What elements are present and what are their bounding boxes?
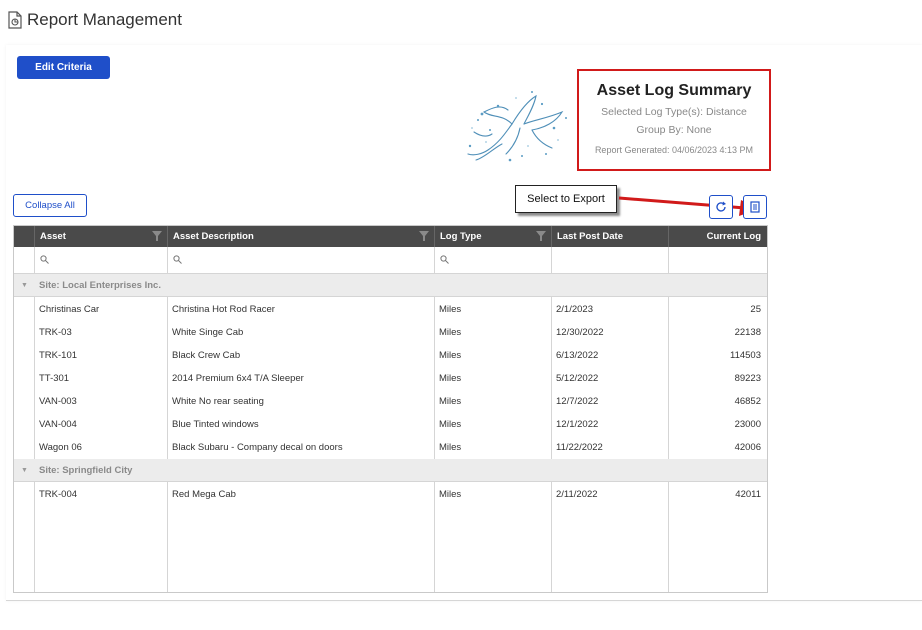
header-current-log[interactable]: Current Log	[668, 226, 767, 247]
table-row[interactable]: TT-301 2014 Premium 6x4 T/A Sleeper Miles 5…	[14, 367, 767, 390]
cell-asset: TRK-004	[39, 489, 78, 500]
cell-asset: VAN-003	[39, 396, 77, 407]
filter-asset-input[interactable]	[34, 247, 167, 273]
cell-current-log: 25	[750, 304, 761, 315]
report-document-icon	[8, 11, 22, 29]
filter-asset-description-input[interactable]	[167, 247, 434, 273]
cell-asset-description: Black Crew Cab	[172, 350, 241, 361]
filter-current-log-input[interactable]	[668, 247, 767, 273]
table-row[interactable]: TRK-03 White Singe Cab Miles 12/30/2022 2213…	[14, 321, 767, 344]
export-callout: Select to Export	[515, 185, 617, 213]
cell-last-post-date: 12/30/2022	[556, 327, 604, 338]
cell-asset-description: 2014 Premium 6x4 T/A Sleeper	[172, 373, 304, 384]
cell-log-type: Miles	[439, 489, 462, 500]
grid-header: Asset Asset Description Log Type Last Po…	[14, 226, 767, 247]
filter-expander-cell	[14, 247, 34, 273]
summary-title: Asset Log Summary	[596, 82, 752, 99]
cell-log-type: Miles	[439, 373, 462, 384]
cell-log-type: Miles	[439, 419, 462, 430]
table-row[interactable]: TRK-101 Black Crew Cab Miles 6/13/2022 11450…	[14, 344, 767, 367]
cell-asset: Christinas Car	[39, 304, 100, 315]
header-log-type[interactable]: Log Type	[434, 226, 551, 247]
cell-last-post-date: 5/12/2022	[556, 373, 599, 384]
search-icon	[440, 255, 449, 264]
search-icon	[40, 255, 49, 264]
cell-current-log: 23000	[734, 419, 761, 430]
header-asset-description-label: Asset Description	[173, 231, 254, 242]
export-icon	[750, 201, 760, 213]
summary-group-by: Group By: None	[636, 124, 712, 136]
cell-asset: TRK-101	[39, 350, 78, 361]
group-row[interactable]: ▼ Site: Springfield City	[14, 459, 767, 482]
cell-last-post-date: 2/1/2023	[556, 304, 593, 315]
page-header: Report Management	[8, 8, 182, 32]
cell-asset: TT-301	[39, 373, 70, 384]
table-row[interactable]: VAN-004 Blue Tinted windows Miles 12/1/2022…	[14, 413, 767, 436]
table-row[interactable]: Christinas Car Christina Hot Rod Racer Mil…	[14, 298, 767, 321]
table-row[interactable]: TRK-004 Red Mega Cab Miles 2/11/2022 42011	[14, 483, 767, 506]
report-grid: Asset Asset Description Log Type Last Po…	[13, 225, 768, 593]
group-label: Site: Springfield City	[39, 465, 133, 476]
cell-current-log: 89223	[734, 373, 761, 384]
cell-current-log: 42011	[735, 489, 761, 500]
cell-last-post-date: 2/11/2022	[556, 489, 598, 500]
header-last-post-date[interactable]: Last Post Date	[551, 226, 668, 247]
cell-log-type: Miles	[439, 396, 462, 407]
filter-icon[interactable]	[152, 231, 162, 241]
cell-last-post-date: 11/22/2022	[556, 442, 603, 453]
summary-log-types: Selected Log Type(s): Distance	[601, 106, 747, 118]
chevron-down-icon[interactable]: ▼	[21, 274, 28, 297]
header-asset-label: Asset	[40, 231, 66, 242]
filter-row	[14, 247, 767, 274]
table-row[interactable]: VAN-003 White No rear seating Miles 12/7/20…	[14, 390, 767, 413]
cell-last-post-date: 12/1/2022	[556, 419, 599, 430]
filter-last-post-date-input[interactable]	[551, 247, 668, 273]
water-dragon-logo	[467, 91, 567, 162]
cell-current-log: 114503	[730, 350, 761, 361]
cell-asset-description: Christina Hot Rod Racer	[172, 304, 275, 315]
header-asset[interactable]: Asset	[34, 226, 167, 247]
cell-current-log: 42006	[734, 442, 761, 453]
search-icon	[173, 255, 182, 264]
header-asset-description[interactable]: Asset Description	[167, 226, 434, 247]
refresh-icon	[716, 201, 726, 212]
cell-asset: Wagon 06	[39, 442, 82, 453]
cell-asset-description: Black Subaru - Company decal on doors	[172, 442, 343, 453]
cell-last-post-date: 12/7/2022	[556, 396, 599, 407]
cell-current-log: 22138	[734, 327, 761, 338]
filter-icon[interactable]	[419, 231, 429, 241]
page-title: Report Management	[27, 10, 182, 29]
group-label: Site: Local Enterprises Inc.	[39, 280, 161, 291]
summary-generated: Report Generated: 04/06/2023 4:13 PM	[594, 145, 754, 155]
export-button[interactable]	[743, 195, 767, 219]
cell-asset-description: Red Mega Cab	[172, 489, 236, 500]
chevron-down-icon[interactable]: ▼	[21, 459, 28, 482]
report-summary-box: Asset Log Summary Selected Log Type(s): …	[577, 69, 771, 171]
cell-last-post-date: 6/13/2022	[556, 350, 599, 361]
cell-asset: TRK-03	[39, 327, 72, 338]
group-row[interactable]: ▼ Site: Local Enterprises Inc.	[14, 274, 767, 297]
edit-criteria-button[interactable]: Edit Criteria	[17, 56, 110, 79]
cell-log-type: Miles	[439, 304, 462, 315]
header-current-log-label: Current Log	[706, 231, 761, 242]
header-last-post-date-label: Last Post Date	[557, 231, 623, 242]
header-expander-cell	[14, 226, 34, 247]
filter-log-type-input[interactable]	[434, 247, 551, 273]
cell-log-type: Miles	[439, 327, 462, 338]
cell-current-log: 46852	[734, 396, 761, 407]
cell-log-type: Miles	[439, 350, 462, 361]
cell-asset: VAN-004	[39, 419, 77, 430]
cell-asset-description: White No rear seating	[172, 396, 264, 407]
filter-icon[interactable]	[536, 231, 546, 241]
refresh-button[interactable]	[709, 195, 733, 219]
collapse-all-button[interactable]: Collapse All	[13, 194, 87, 217]
cell-asset-description: Blue Tinted windows	[172, 419, 259, 430]
table-row[interactable]: Wagon 06 Black Subaru - Company decal on …	[14, 436, 767, 459]
header-log-type-label: Log Type	[440, 231, 482, 242]
cell-asset-description: White Singe Cab	[172, 327, 244, 338]
cell-log-type: Miles	[439, 442, 462, 453]
